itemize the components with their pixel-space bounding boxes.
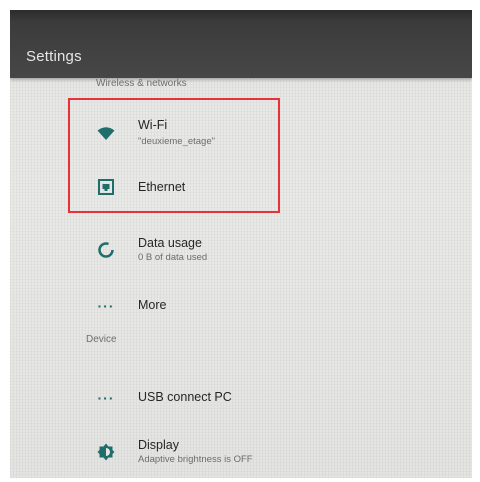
display-summary: Adaptive brightness is OFF [138, 454, 253, 465]
settings-item-usb-connect-pc[interactable]: ··· USB connect PC [80, 372, 470, 424]
settings-screen: Settings Wireless & networks Wi-Fi "deux… [10, 10, 472, 478]
more-icon: ··· [97, 390, 115, 406]
section-header-wireless: Wireless & networks [96, 78, 187, 89]
display-title: Display [138, 438, 179, 452]
more-icon: ··· [97, 298, 115, 314]
data-usage-icon [96, 240, 116, 260]
more-title: More [138, 298, 167, 312]
settings-item-more[interactable]: ··· More [80, 280, 470, 332]
brightness-icon [96, 442, 116, 462]
page-title: Settings [26, 48, 82, 65]
status-bar [10, 10, 472, 20]
settings-item-data-usage[interactable]: Data usage 0 B of data used [80, 224, 470, 276]
data-usage-summary: 0 B of data used [138, 252, 208, 263]
settings-item-display[interactable]: Display Adaptive brightness is OFF [80, 426, 470, 478]
highlight-box [68, 98, 280, 213]
app-bar: Settings [10, 20, 472, 78]
section-header-device: Device [86, 334, 117, 345]
usb-title: USB connect PC [138, 390, 232, 404]
data-usage-title: Data usage [138, 236, 202, 250]
